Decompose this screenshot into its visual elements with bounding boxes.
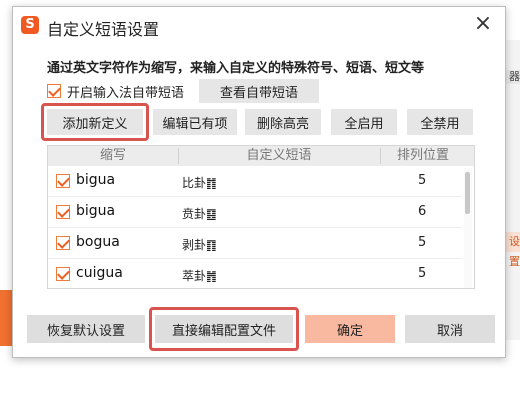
column-header-abbr[interactable]: 缩写 <box>48 146 178 166</box>
row-abbr: bigua <box>76 172 116 188</box>
row-abbr: bigua <box>76 203 116 219</box>
table-row[interactable]: bigua 比卦䷇ 5 <box>48 166 462 197</box>
row-enable-checkbox[interactable] <box>56 174 70 188</box>
row-position: 5 <box>418 235 427 250</box>
row-enable-checkbox[interactable] <box>56 205 70 219</box>
table-header: 缩写 自定义短语 排列位置 <box>48 146 474 166</box>
enable-builtin-row[interactable]: 开启输入法自带短语 <box>47 81 184 101</box>
dialog-title: 自定义短语设置 <box>47 20 160 39</box>
table-row[interactable]: bigua 贲卦䷕ 6 <box>48 197 462 228</box>
column-header-position[interactable]: 排列位置 <box>381 146 465 166</box>
phrase-table: 缩写 自定义短语 排列位置 bigua 比卦䷇ 5 bigua 贲卦䷕ 6 bo… <box>47 145 475 289</box>
row-enable-checkbox[interactable] <box>56 236 70 250</box>
view-builtin-button[interactable]: 查看自带短语 <box>199 79 319 103</box>
cancel-button[interactable]: 取消 <box>405 315 495 343</box>
enable-builtin-label[interactable]: 开启输入法自带短语 <box>67 82 184 101</box>
row-enable-checkbox[interactable] <box>56 267 70 281</box>
scrollbar-thumb[interactable] <box>465 172 470 214</box>
row-phrase: 贲卦䷕ <box>182 207 217 221</box>
enable-all-button[interactable]: 全启用 <box>331 109 397 135</box>
row-phrase: 萃卦䷬ <box>182 269 217 283</box>
row-phrase: 比卦䷇ <box>182 176 217 190</box>
edit-existing-button[interactable]: 编辑已有项 <box>153 109 237 135</box>
custom-phrase-dialog: S 自定义短语设置 × 通过英文字符作为缩写，来输入自定义的特殊符号、短语、短文… <box>12 6 506 358</box>
highlight-annotation-add <box>41 103 149 141</box>
background-app-orange-panel <box>0 290 12 346</box>
table-row[interactable]: cuigua 萃卦䷬ 5 <box>48 259 462 288</box>
restore-default-button[interactable]: 恢复默认设置 <box>27 315 145 343</box>
row-position: 6 <box>418 204 427 219</box>
column-header-phrase[interactable]: 自定义短语 <box>179 146 379 166</box>
row-position: 5 <box>418 266 427 281</box>
row-position: 5 <box>418 173 427 188</box>
highlight-annotation-edit-config <box>149 307 299 351</box>
row-phrase: 剥卦䷖ <box>182 238 217 252</box>
enable-builtin-checkbox[interactable] <box>47 84 61 98</box>
dialog-description: 通过英文字符作为缩写，来输入自定义的特殊符号、短语、短文等 <box>47 61 425 76</box>
sogou-logo-icon: S <box>21 16 39 34</box>
table-scrollbar[interactable] <box>464 168 472 288</box>
disable-all-button[interactable]: 全禁用 <box>407 109 473 135</box>
dialog-titlebar: S 自定义短语设置 × <box>13 7 505 41</box>
row-abbr: cuigua <box>76 265 123 281</box>
close-button[interactable]: × <box>471 13 495 37</box>
delete-highlight-button[interactable]: 删除高亮 <box>245 109 321 135</box>
ok-button[interactable]: 确定 <box>305 315 395 343</box>
table-row[interactable]: bogua 剥卦䷖ 5 <box>48 228 462 259</box>
row-abbr: bogua <box>76 234 120 250</box>
